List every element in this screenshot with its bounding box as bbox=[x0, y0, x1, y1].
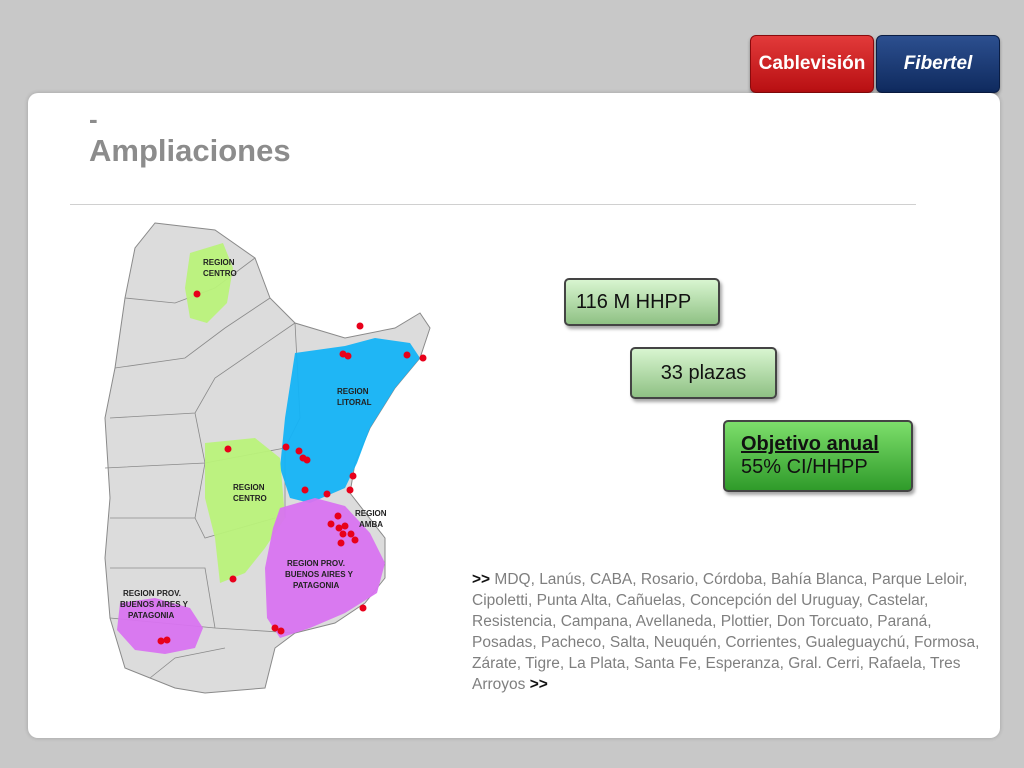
cablevision-logo: Cablevisión bbox=[750, 35, 874, 93]
objetivo-value: 55% CI/HHPP bbox=[741, 456, 868, 478]
label-bsas-1: REGION PROV. bbox=[287, 559, 345, 568]
label-centro-2: CENTRO bbox=[233, 494, 267, 503]
coverage-map: REGION CENTRO REGION LITORAL REGION CENT… bbox=[104, 222, 431, 694]
label-bsas-west-2: BUENOS AIRES Y bbox=[120, 600, 189, 609]
label-bsas-2: BUENOS AIRES Y bbox=[285, 570, 354, 579]
plazas-box: 33 plazas bbox=[630, 347, 777, 399]
label-centro-1: REGION bbox=[233, 483, 265, 492]
arrow-close: >> bbox=[529, 676, 548, 693]
cities-list: >> MDQ, Lanús, CABA, Rosario, Córdoba, B… bbox=[472, 569, 992, 695]
hhpp-box: 116 M HHPP bbox=[564, 278, 720, 326]
label-bsas-west-3: PATAGONIA bbox=[128, 611, 174, 620]
plazas-value: 33 plazas bbox=[660, 361, 747, 384]
label-centro-north-1: REGION bbox=[203, 258, 235, 267]
label-centro-north-2: CENTRO bbox=[203, 269, 237, 278]
objetivo-box: Objetivo anual 55% CI/HHPP bbox=[723, 420, 913, 492]
label-litoral-1: REGION bbox=[337, 387, 369, 396]
hhpp-value: 116 M HHPP bbox=[576, 290, 692, 313]
arrow-open: >> bbox=[472, 571, 491, 588]
label-litoral-2: LITORAL bbox=[337, 398, 372, 407]
label-bsas-west-1: REGION PROV. bbox=[123, 589, 181, 598]
title-divider bbox=[70, 204, 916, 205]
title-dash: - bbox=[89, 104, 98, 134]
objetivo-title: Objetivo anual bbox=[741, 433, 879, 455]
label-amba-1: REGION bbox=[355, 509, 387, 518]
label-bsas-3: PATAGONIA bbox=[293, 581, 339, 590]
label-amba-2: AMBA bbox=[359, 520, 383, 529]
fibertel-logo: Fibertel bbox=[876, 35, 1000, 93]
cities-text: MDQ, Lanús, CABA, Rosario, Córdoba, Bahí… bbox=[472, 571, 980, 693]
page-title: Ampliaciones bbox=[89, 133, 291, 168]
